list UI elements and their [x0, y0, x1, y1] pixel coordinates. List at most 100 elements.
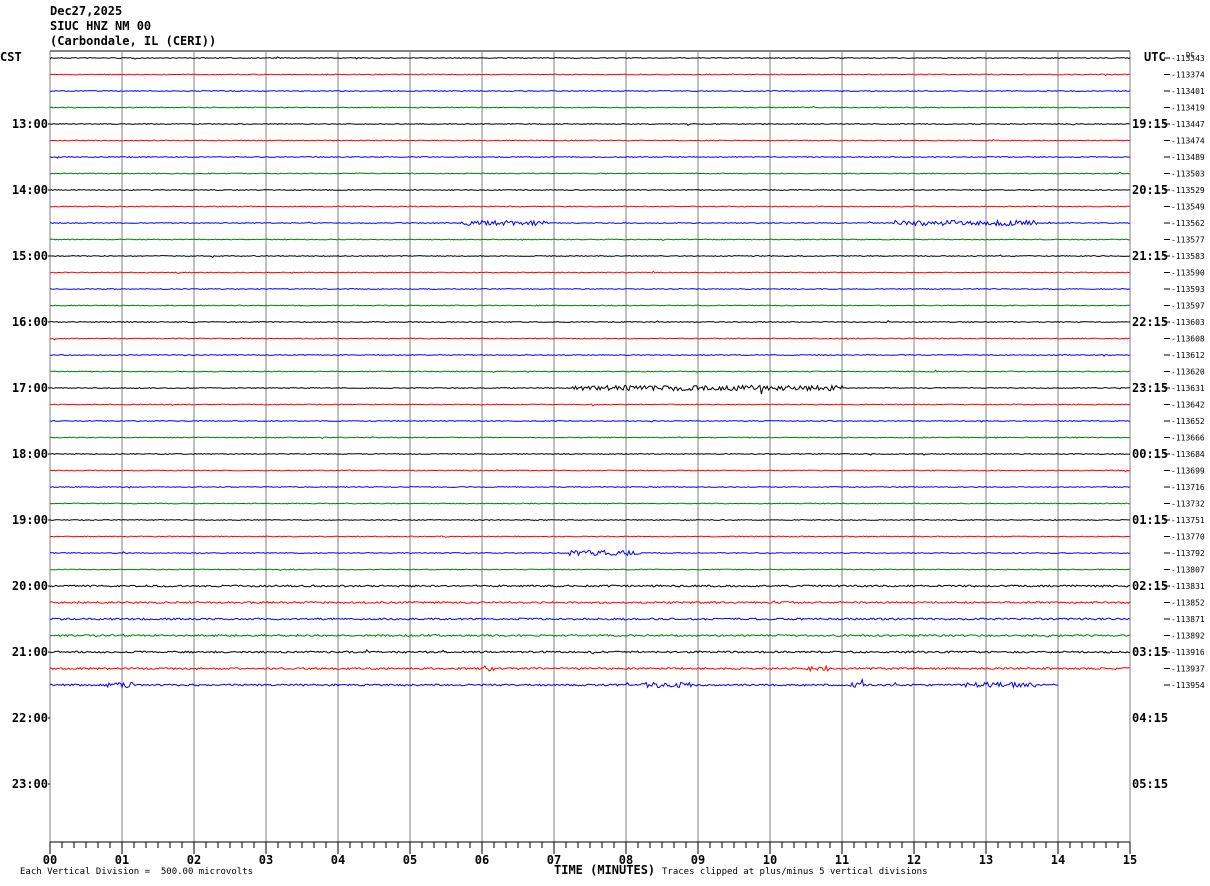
trace-line	[49, 171, 1131, 175]
trace-line	[49, 452, 1131, 456]
dc-offset-label: -113419	[1171, 104, 1205, 113]
dc-offset-label: -113401	[1171, 87, 1205, 96]
trace-line	[49, 304, 1130, 307]
dc-offset-label: -113937	[1171, 665, 1205, 674]
dc-offset-label: -113562	[1171, 219, 1205, 228]
x-tick-label: 02	[187, 853, 201, 867]
x-tick-label: 01	[115, 853, 129, 867]
trace-line	[49, 138, 1131, 142]
right-hour-label: 01:15	[1132, 513, 1168, 527]
dc-offset-label: -113770	[1171, 533, 1205, 542]
right-hour-label: 03:15	[1132, 645, 1168, 659]
trace-line	[49, 205, 1131, 208]
left-hour-label: 16:00	[12, 315, 48, 329]
trace-line	[49, 664, 1131, 673]
trace-line	[50, 320, 1131, 323]
dc-offset-label: -113871	[1171, 615, 1205, 624]
dc-offset-label: -113503	[1171, 170, 1205, 179]
trace-line	[49, 155, 1131, 159]
x-tick-label: 04	[331, 853, 345, 867]
dc-offset-label: -113549	[1171, 203, 1205, 212]
trace-line	[49, 270, 1131, 275]
dc-offset-label: -113608	[1171, 335, 1205, 344]
right-hour-label: 04:15	[1132, 711, 1168, 725]
left-hour-label: 19:00	[12, 513, 48, 527]
x-tick-label: 13	[979, 853, 993, 867]
right-hour-label: 05:15	[1132, 777, 1168, 791]
dc-offset-label: -113684	[1171, 450, 1205, 459]
dc-offset-label: -113577	[1171, 236, 1205, 245]
trace-line	[49, 354, 1131, 357]
dc-offset-label: -113597	[1171, 302, 1205, 311]
dc-offset-label: -113343	[1171, 54, 1205, 63]
left-hour-label: 15:00	[12, 249, 48, 263]
dc-offset-label: -113954	[1171, 681, 1205, 690]
dc-offset-label: -113807	[1171, 566, 1205, 575]
x-tick-label: 09	[691, 853, 705, 867]
trace-line	[49, 337, 1130, 341]
dc-offset-label: -113699	[1171, 467, 1205, 476]
trace-line	[49, 105, 1131, 109]
dc-offset-label: -113751	[1171, 516, 1205, 525]
dc-offset-label: -113852	[1171, 599, 1205, 608]
left-hour-label: 17:00	[12, 381, 48, 395]
trace-line	[49, 617, 1131, 621]
trace-line	[49, 436, 1131, 440]
dc-offset-label: -113916	[1171, 648, 1205, 657]
trace-line	[49, 519, 1131, 522]
left-hour-label: 23:00	[12, 777, 48, 791]
trace-line	[50, 549, 1130, 557]
dc-offset-label: -113583	[1171, 252, 1205, 261]
right-hour-label: 02:15	[1132, 579, 1168, 593]
right-hour-label: 00:15	[1132, 447, 1168, 461]
right-hour-label: 23:15	[1132, 381, 1168, 395]
dc-offset-label: -113603	[1171, 318, 1205, 327]
x-tick-label: 06	[475, 853, 489, 867]
dc-offset-label: -113716	[1171, 483, 1205, 492]
right-hour-label: 22:15	[1132, 315, 1168, 329]
trace-line	[49, 486, 1131, 489]
clip-note: Traces clipped at plus/minus 5 vertical …	[662, 867, 928, 877]
dc-offset-label: -113642	[1171, 401, 1205, 410]
right-hour-label: 21:15	[1132, 249, 1168, 263]
trace-line	[49, 56, 1131, 60]
scale-note: Each Vertical Division = 500.00 microvol…	[20, 867, 253, 877]
trace-line	[49, 469, 1131, 473]
trace-line	[49, 383, 1131, 395]
right-hour-label: 20:15	[1132, 183, 1168, 197]
dc-offset-label: -113620	[1171, 368, 1205, 377]
trace-line	[49, 419, 1131, 423]
trace-line	[50, 568, 1131, 571]
left-hour-label: 22:00	[12, 711, 48, 725]
dc-offset-label: -113590	[1171, 269, 1205, 278]
right-hour-label: 19:15	[1132, 117, 1168, 131]
trace-line	[49, 535, 1131, 538]
x-tick-label: 00	[43, 853, 57, 867]
x-tick-label: 10	[763, 853, 777, 867]
dc-offset-label: -113652	[1171, 417, 1205, 426]
seismic-traces	[49, 56, 1131, 690]
dc-offset-label: -113529	[1171, 186, 1205, 195]
left-hour-label: 13:00	[12, 117, 48, 131]
trace-line	[49, 287, 1131, 290]
trace-line	[49, 238, 1130, 241]
trace-line	[49, 73, 1131, 77]
dc-offset-label: -113612	[1171, 351, 1205, 360]
trace-line	[49, 369, 1131, 374]
trace-line	[49, 189, 1131, 191]
dc-offset-label: -113892	[1171, 632, 1205, 641]
left-hour-label: 21:00	[12, 645, 48, 659]
minute-grid	[48, 50, 1170, 854]
x-axis-title: TIME (MINUTES)	[554, 863, 656, 877]
dc-offset-label: -113374	[1171, 71, 1205, 80]
dc-offset-label: -113474	[1171, 137, 1205, 146]
dc-offset-label: -113489	[1171, 153, 1205, 162]
dc-offset-label: -113732	[1171, 500, 1205, 509]
trace-line	[49, 89, 1131, 93]
x-tick-label: 15	[1123, 853, 1137, 867]
trace-line	[49, 648, 1131, 655]
helicorder-plot: 00 01 02 03 04 05 06 07 08 09 10 11 12 13 14 1513:0014:…	[12, 50, 1205, 867]
left-hour-label: 18:00	[12, 447, 48, 461]
trace-line	[50, 633, 1130, 638]
trace-line	[50, 254, 1131, 258]
